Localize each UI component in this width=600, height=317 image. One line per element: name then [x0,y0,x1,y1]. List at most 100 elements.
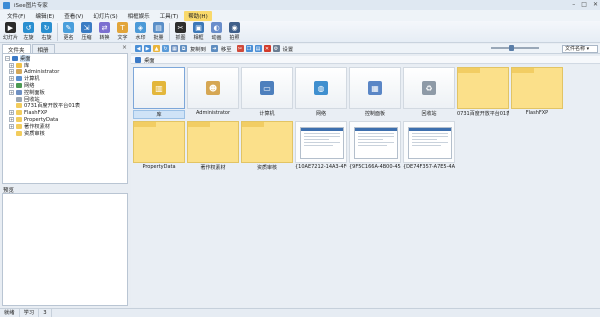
move-to-icon[interactable]: ➜ [210,45,218,52]
toolbar-button-convert[interactable]: ⇄ 转换 [96,21,113,41]
tree-item[interactable]: + PropertyData [3,116,127,123]
toolbar-button-rotate-left[interactable]: ↺ 左旋 [20,21,37,41]
toolbar-button-slideshow[interactable]: ▶ 幻灯片 [2,21,19,41]
toolbar-button-watermark[interactable]: ◈ 水印 [132,21,149,41]
thumbnail-caption: {9F5C166A-4B00-45A... [349,164,401,170]
settings-icon[interactable]: ⚙ [272,45,280,52]
camera-icon: ◉ [229,22,240,33]
menu-tools[interactable]: 工具(T) [156,11,183,21]
tree-item[interactable]: + FlashFXP [3,109,127,116]
thumbnail-size-slider[interactable] [491,47,539,49]
batch-icon: ▤ [153,22,164,33]
delete-icon[interactable]: ✕ [263,45,271,52]
toolbar-label: 右旋 [41,35,52,41]
back-icon[interactable]: ◀ [135,45,142,52]
menu-slideshow[interactable]: 幻灯片(S) [89,11,121,21]
toolbar-button-camera[interactable]: ◉ 拍照 [226,21,243,41]
screenshot-preview [300,127,344,159]
paste-icon[interactable]: ▤ [254,45,262,52]
breadcrumb[interactable]: 桌面 [144,56,155,64]
toolbar-button-animation[interactable]: ◐ 动画 [208,21,225,41]
expand-icon[interactable]: + [9,117,14,123]
expand-icon[interactable]: + [9,110,14,116]
tree-item[interactable]: + 库 [3,62,127,69]
settings-button[interactable]: 设置 [283,45,294,53]
menu-frame-fun[interactable]: 相框娱乐 [124,11,154,21]
menu-file[interactable]: 文件(F) [3,11,29,21]
tab-albums[interactable]: 相册 [31,44,55,54]
thumbnail-caption: {DE74F357-A7E5-4A3... [403,164,455,170]
up-folder-icon[interactable]: ▲ [153,45,160,52]
system-item-thumbnail[interactable]: ▦ [349,67,401,109]
tree-item[interactable]: + Administrator [3,69,127,76]
system-item-thumbnail[interactable]: ▥ [133,67,185,109]
tree-item-label: PropertyData [24,116,59,123]
tree-item[interactable]: + 控制面板 [3,89,127,96]
toolbar-label: 抓图 [175,35,186,41]
copy-to-icon[interactable]: ⧉ [180,45,187,52]
folder-icon [12,55,18,61]
tree-item[interactable]: + 网络 [3,82,127,89]
thumbnail-caption: 网络 [315,111,326,117]
menu-help[interactable]: 帮助(H) [184,10,212,21]
expand-icon[interactable]: + [9,83,14,89]
thumbnail-size-handle[interactable] [509,45,514,51]
tree-item[interactable]: + 计算机 [3,75,127,82]
folder-thumbnail[interactable] [241,121,293,163]
sort-select[interactable]: 文件名称 ▾ [562,45,598,53]
expand-icon[interactable]: + [9,76,14,82]
expand-icon[interactable]: + [9,69,14,75]
minimize-button[interactable]: – [572,1,575,8]
expand-icon[interactable]: + [9,62,14,68]
image-thumbnail[interactable] [349,121,401,163]
system-item-thumbnail[interactable]: ☻ [187,67,239,109]
expand-icon[interactable]: + [9,123,14,129]
view-mode-icon[interactable]: ▦ [171,45,178,52]
tree-item[interactable]: 0731百度开放平台01表 [3,103,127,110]
move-to-button[interactable]: 移至 [221,45,232,53]
maximize-button[interactable]: □ [581,1,587,8]
menu-edit[interactable]: 编辑(E) [31,11,58,21]
rotate-right-icon: ↻ [41,22,52,33]
copy-to-button[interactable]: 复制到 [190,45,206,53]
image-thumbnail[interactable] [295,121,347,163]
left-panel-close-icon[interactable]: × [122,44,127,51]
toolbar-button-capture[interactable]: ✂ 抓图 [172,21,189,41]
refresh-icon[interactable]: ↻ [162,45,169,52]
toolbar-button-text[interactable]: T 文字 [114,21,131,41]
toolbar-label: 更名 [63,35,74,41]
tab-folders[interactable]: 文件夹 [2,44,31,54]
toolbar-button-frame[interactable]: ▣ 相框 [190,21,207,41]
tree-item[interactable]: 资质审核 [3,130,127,137]
tree-item[interactable]: + 著作权素材 [3,123,127,130]
close-button[interactable]: ✕ [593,1,598,8]
forward-icon[interactable]: ▶ [144,45,151,52]
image-thumbnail[interactable] [403,121,455,163]
computer-icon: ▭ [260,81,274,95]
folder-thumbnail[interactable] [133,121,185,163]
toolbar-button-compress[interactable]: ⇲ 压缩 [78,21,95,41]
expand-icon[interactable]: + [9,89,14,95]
title-bar: iSee图片专家 – □ ✕ [0,0,600,10]
tree-item[interactable]: − 桌面 [3,54,127,62]
folder-icon [16,69,22,75]
toolbar-button-batch[interactable]: ▤ 批量 [150,21,167,41]
folder-tree: − 桌面 + 库 + Administrator + 计算机 + 网络 + 控制面板 回收站 0731百度… [2,53,128,184]
preview-pane [2,193,128,306]
toolbar-separator [169,23,170,41]
system-item-thumbnail[interactable]: ▭ [241,67,293,109]
tree-item-label: 0731百度开放平台01表 [24,103,81,110]
collapse-icon[interactable]: − [5,55,10,61]
system-item-thumbnail[interactable]: ◍ [295,67,347,109]
folder-thumbnail[interactable] [511,67,563,109]
toolbar-button-rename[interactable]: ✎ 更名 [60,21,77,41]
copy-icon[interactable]: ❐ [245,45,253,52]
toolbar-button-rotate-right[interactable]: ↻ 右旋 [38,21,55,41]
menu-view[interactable]: 查看(V) [60,11,87,21]
cut-icon[interactable]: ✂ [236,45,244,52]
system-item-thumbnail[interactable]: ♻ [403,67,455,109]
app-logo-icon [3,1,10,9]
folder-thumbnail[interactable] [187,121,239,163]
folder-thumbnail[interactable] [457,67,509,109]
status-bar: 就绪 学习 3 [0,308,600,317]
